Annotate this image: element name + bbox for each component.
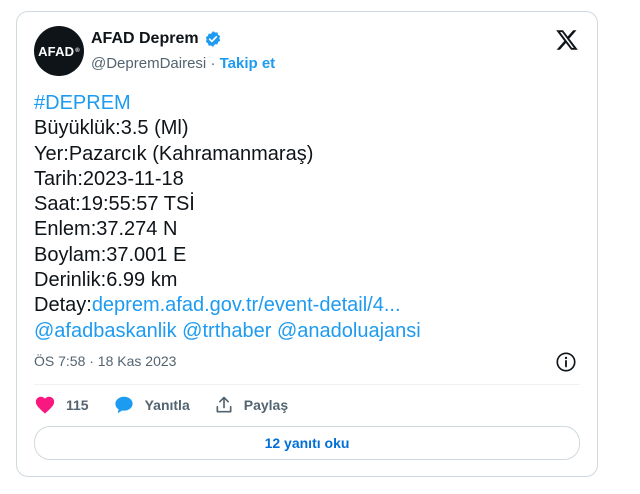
divider (34, 384, 580, 385)
longitude-line: Boylam:37.001 E (34, 243, 187, 266)
verified-badge-icon (205, 31, 220, 47)
avatar-registered-mark: ® (75, 48, 80, 54)
like-count: 115 (66, 397, 89, 413)
time-line: Saat:19:55:57 TSİ (34, 193, 195, 216)
avatar-text: AFAD (38, 43, 75, 59)
tweet-card: AFAD ® AFAD Deprem @DepremDairesi · Takip… (16, 11, 598, 477)
x-logo-icon[interactable] (555, 28, 579, 52)
reply-label: Yanıtla (144, 397, 190, 413)
mention-link[interactable]: @trthaber (182, 320, 271, 342)
share-label: Paylaş (243, 397, 289, 413)
timestamp[interactable]: ÖS 7:58 · 18 Kas 2023 (34, 353, 176, 369)
detail-link[interactable]: deprem.afad.gov.tr/event-detail/4... (92, 294, 401, 316)
detail-label: Detay: (34, 294, 92, 317)
date-line: Tarih:2023-11-18 (34, 167, 184, 190)
share-button[interactable]: Paylaş (214, 395, 288, 415)
hashtag-link[interactable]: #DEPREM (34, 91, 421, 116)
magnitude-line: Büyüklük:3.5 (Ml) (34, 117, 189, 140)
author-name-row: AFAD Deprem (91, 30, 222, 48)
follow-button[interactable]: Takip et (220, 55, 276, 72)
mention-link[interactable]: @afadbaskanlik (34, 320, 177, 342)
latitude-line: Enlem:37.274 N (34, 218, 178, 241)
author-name[interactable]: AFAD Deprem (91, 30, 199, 48)
separator: · (210, 55, 216, 72)
detail-line: Detay:deprem.afad.gov.tr/event-detail/4.… (34, 293, 421, 318)
avatar[interactable]: AFAD ® (34, 26, 84, 76)
mentions-line: @afadbaskanlik @trthaber @anadoluajansi (34, 319, 421, 344)
read-replies-button[interactable]: 12 yanıtı oku (34, 426, 580, 460)
tweet-body: #DEPREM Büyüklük:3.5 (Ml) Yer:Pazarcık (… (34, 91, 421, 344)
location-line: Yer:Pazarcık (Kahramanmaraş) (34, 142, 314, 165)
reply-button[interactable]: Yanıtla (113, 394, 190, 416)
like-button[interactable]: 115 (34, 394, 89, 416)
share-upload-icon (216, 396, 232, 413)
speech-bubble-icon (114, 396, 133, 414)
heart-icon (35, 396, 55, 414)
mention-link[interactable]: @anadoluajansi (277, 320, 421, 342)
author-handle-row: @DepremDairesi · Takip et (91, 55, 275, 72)
info-icon[interactable] (555, 351, 577, 373)
depth-line: Derinlik:6.99 km (34, 269, 178, 292)
author-handle[interactable]: @DepremDairesi (91, 55, 206, 72)
action-bar: 115 Yanıtla Paylaş (34, 394, 312, 416)
